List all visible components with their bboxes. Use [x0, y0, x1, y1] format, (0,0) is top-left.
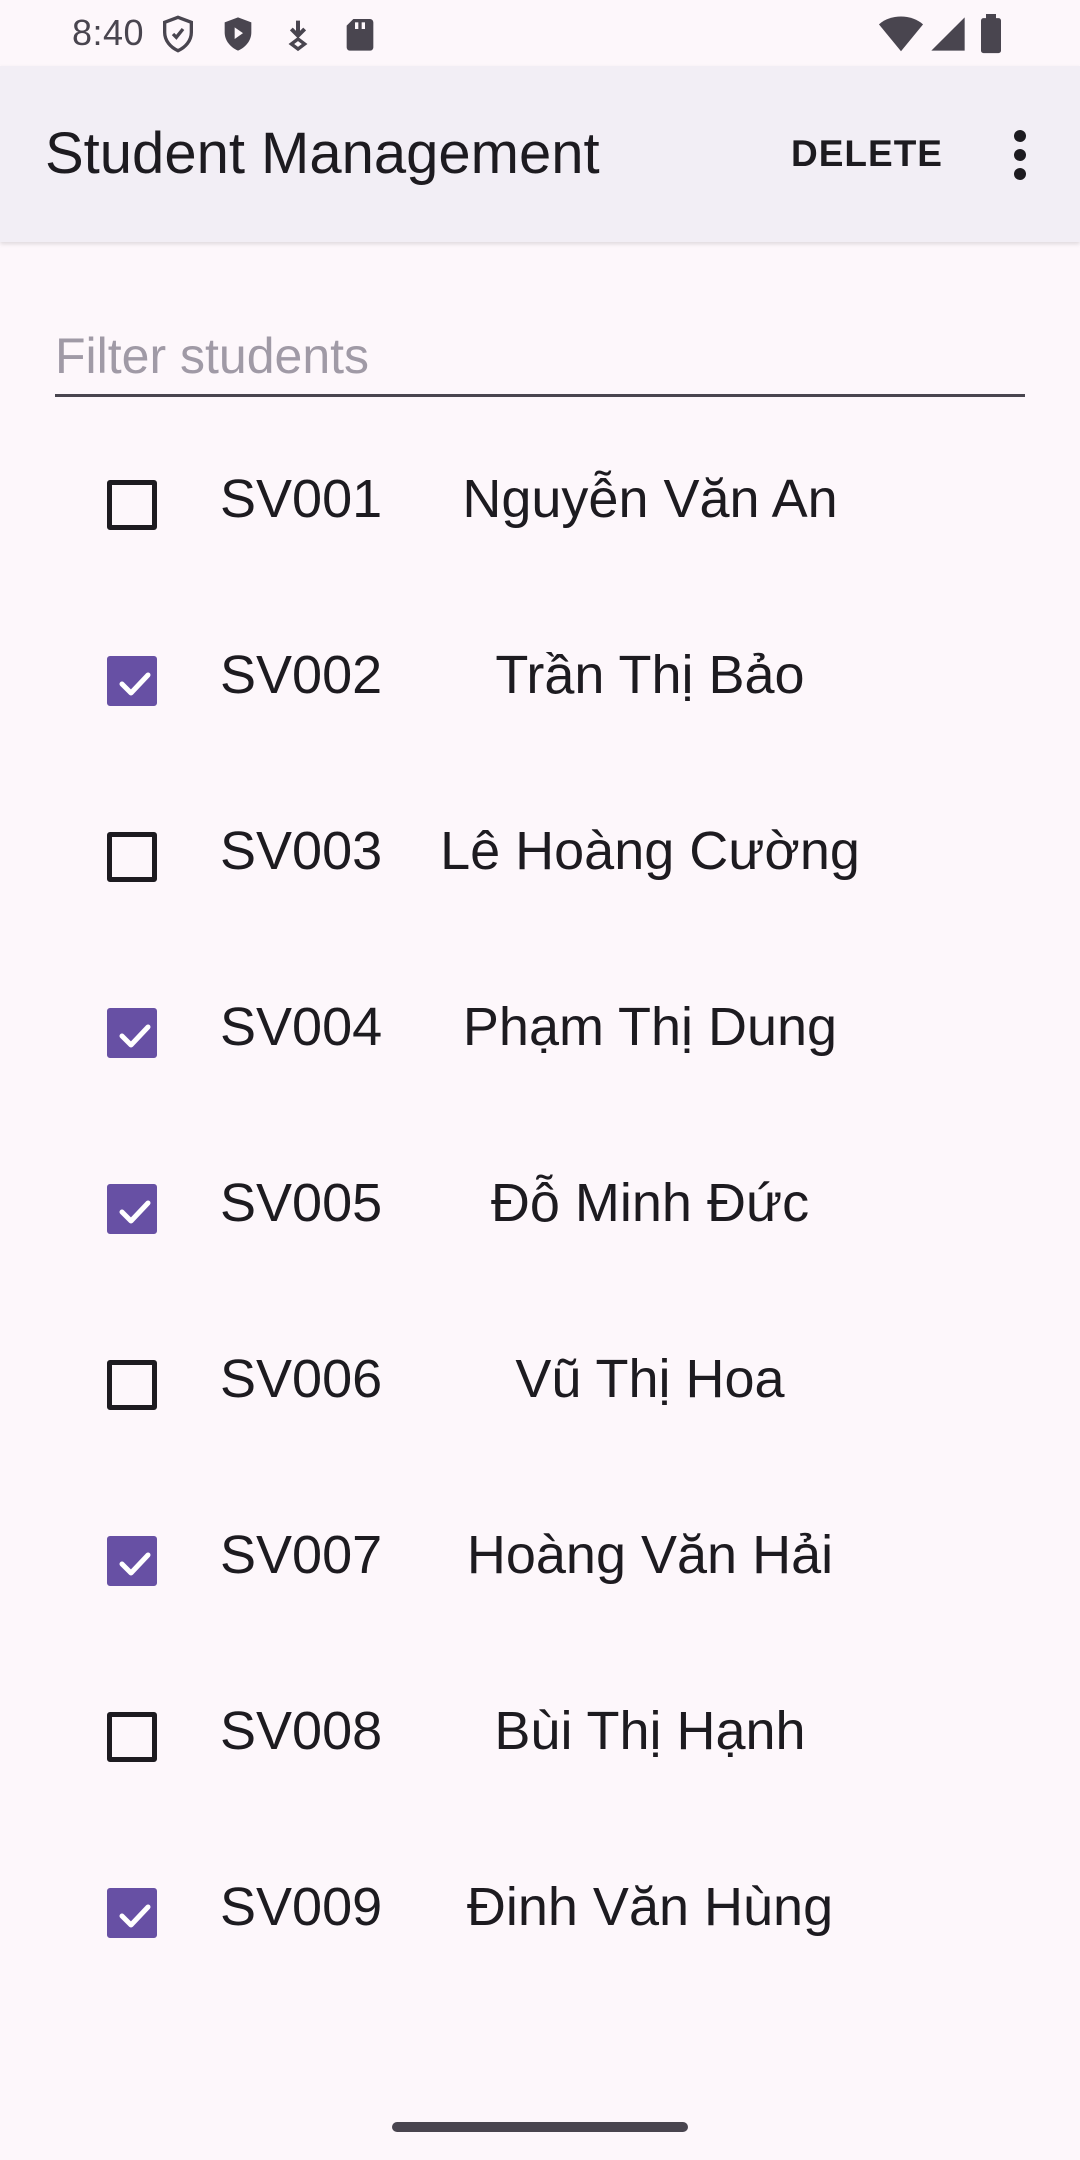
student-id: SV002: [220, 645, 383, 705]
list-item[interactable]: SV007 Hoàng Văn Hải: [0, 1476, 1080, 1652]
student-checkbox[interactable]: [107, 656, 157, 706]
status-bar: 8:40: [0, 0, 1080, 66]
shield-play-icon: [218, 14, 258, 54]
download-icon: [278, 14, 318, 54]
battery-icon: [976, 14, 1006, 54]
student-name: Đinh Văn Hùng: [466, 1877, 834, 1937]
student-name: Trần Thị Bảo: [495, 645, 805, 705]
student-name: Hoàng Văn Hải: [466, 1525, 834, 1585]
home-indicator[interactable]: [392, 2122, 688, 2132]
student-name: Đỗ Minh Đức: [490, 1173, 810, 1233]
student-checkbox[interactable]: [107, 832, 157, 882]
student-checkbox[interactable]: [107, 1712, 157, 1762]
student-id: SV007: [220, 1525, 383, 1585]
student-name: Lê Hoàng Cường: [440, 821, 860, 881]
list-item[interactable]: SV003 Lê Hoàng Cường: [0, 772, 1080, 948]
student-id: SV006: [220, 1349, 383, 1409]
page-title: Student Management: [45, 121, 600, 186]
list-item[interactable]: SV004 Phạm Thị Dung: [0, 948, 1080, 1124]
sd-card-icon: [340, 14, 380, 54]
filter-field[interactable]: [55, 318, 1025, 397]
student-checkbox[interactable]: [107, 1360, 157, 1410]
list-item[interactable]: SV008 Bùi Thị Hạnh: [0, 1652, 1080, 1828]
student-name: Bùi Thị Hạnh: [494, 1701, 806, 1761]
wifi-icon: [878, 14, 924, 54]
app-bar: Student Management DELETE: [0, 66, 1080, 242]
list-item[interactable]: SV005 Đỗ Minh Đức: [0, 1124, 1080, 1300]
student-checkbox[interactable]: [107, 1536, 157, 1586]
more-vert-icon[interactable]: [990, 120, 1050, 190]
status-time: 8:40: [72, 12, 145, 53]
student-checkbox[interactable]: [107, 1008, 157, 1058]
signal-icon: [928, 14, 968, 54]
student-checkbox[interactable]: [107, 480, 157, 530]
filter-input[interactable]: [55, 327, 1025, 385]
student-checkbox[interactable]: [107, 1184, 157, 1234]
list-item[interactable]: SV002 Trần Thị Bảo: [0, 596, 1080, 772]
list-item[interactable]: SV006 Vũ Thị Hoa: [0, 1300, 1080, 1476]
student-checkbox[interactable]: [107, 1888, 157, 1938]
student-id: SV008: [220, 1701, 383, 1761]
student-name: Vũ Thị Hoa: [515, 1349, 785, 1409]
student-name: Nguyễn Văn An: [462, 469, 838, 529]
student-name: Phạm Thị Dung: [462, 997, 838, 1057]
student-id: SV009: [220, 1877, 383, 1937]
student-id: SV005: [220, 1173, 383, 1233]
shield-outline-icon: [158, 14, 198, 54]
student-id: SV004: [220, 997, 383, 1057]
student-id: SV003: [220, 821, 383, 881]
list-item[interactable]: SV009 Đinh Văn Hùng: [0, 1828, 1080, 2004]
student-id: SV001: [220, 469, 383, 529]
delete-button[interactable]: DELETE: [780, 122, 954, 186]
list-item[interactable]: SV001 Nguyễn Văn An: [0, 420, 1080, 596]
